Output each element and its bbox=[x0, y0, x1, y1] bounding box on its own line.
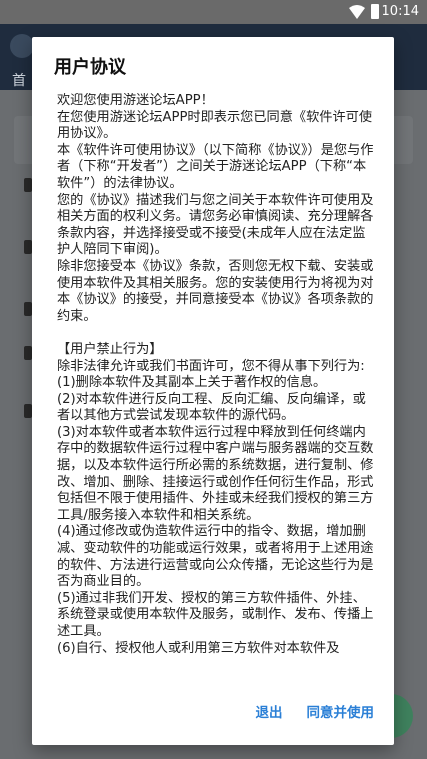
battery-icon bbox=[371, 4, 379, 19]
agreement-text[interactable]: 欢迎您使用游迷论坛APP！ 在您使用游迷论坛APP时即表示您已同意《软件许可使用… bbox=[57, 93, 375, 685]
dialog-title: 用户协议 bbox=[54, 57, 126, 78]
tab-home: 首 bbox=[12, 73, 26, 89]
exit-button[interactable]: 退出 bbox=[256, 695, 283, 727]
list-item-icon bbox=[24, 346, 32, 360]
avatar bbox=[10, 34, 34, 58]
dialog-actions: 退出 同意并使用 bbox=[256, 695, 375, 727]
list-item-icon bbox=[24, 302, 32, 316]
status-time: 10:14 bbox=[381, 4, 419, 19]
list-item-icon bbox=[24, 178, 32, 192]
user-agreement-dialog: 用户协议 欢迎您使用游迷论坛APP！ 在您使用游迷论坛APP时即表示您已同意《软… bbox=[32, 37, 394, 745]
list-item-icon bbox=[24, 404, 32, 418]
status-bar: 10:14 bbox=[0, 0, 427, 24]
list-item-icon bbox=[24, 240, 32, 254]
wifi-icon bbox=[349, 5, 365, 19]
agree-button[interactable]: 同意并使用 bbox=[307, 695, 375, 727]
